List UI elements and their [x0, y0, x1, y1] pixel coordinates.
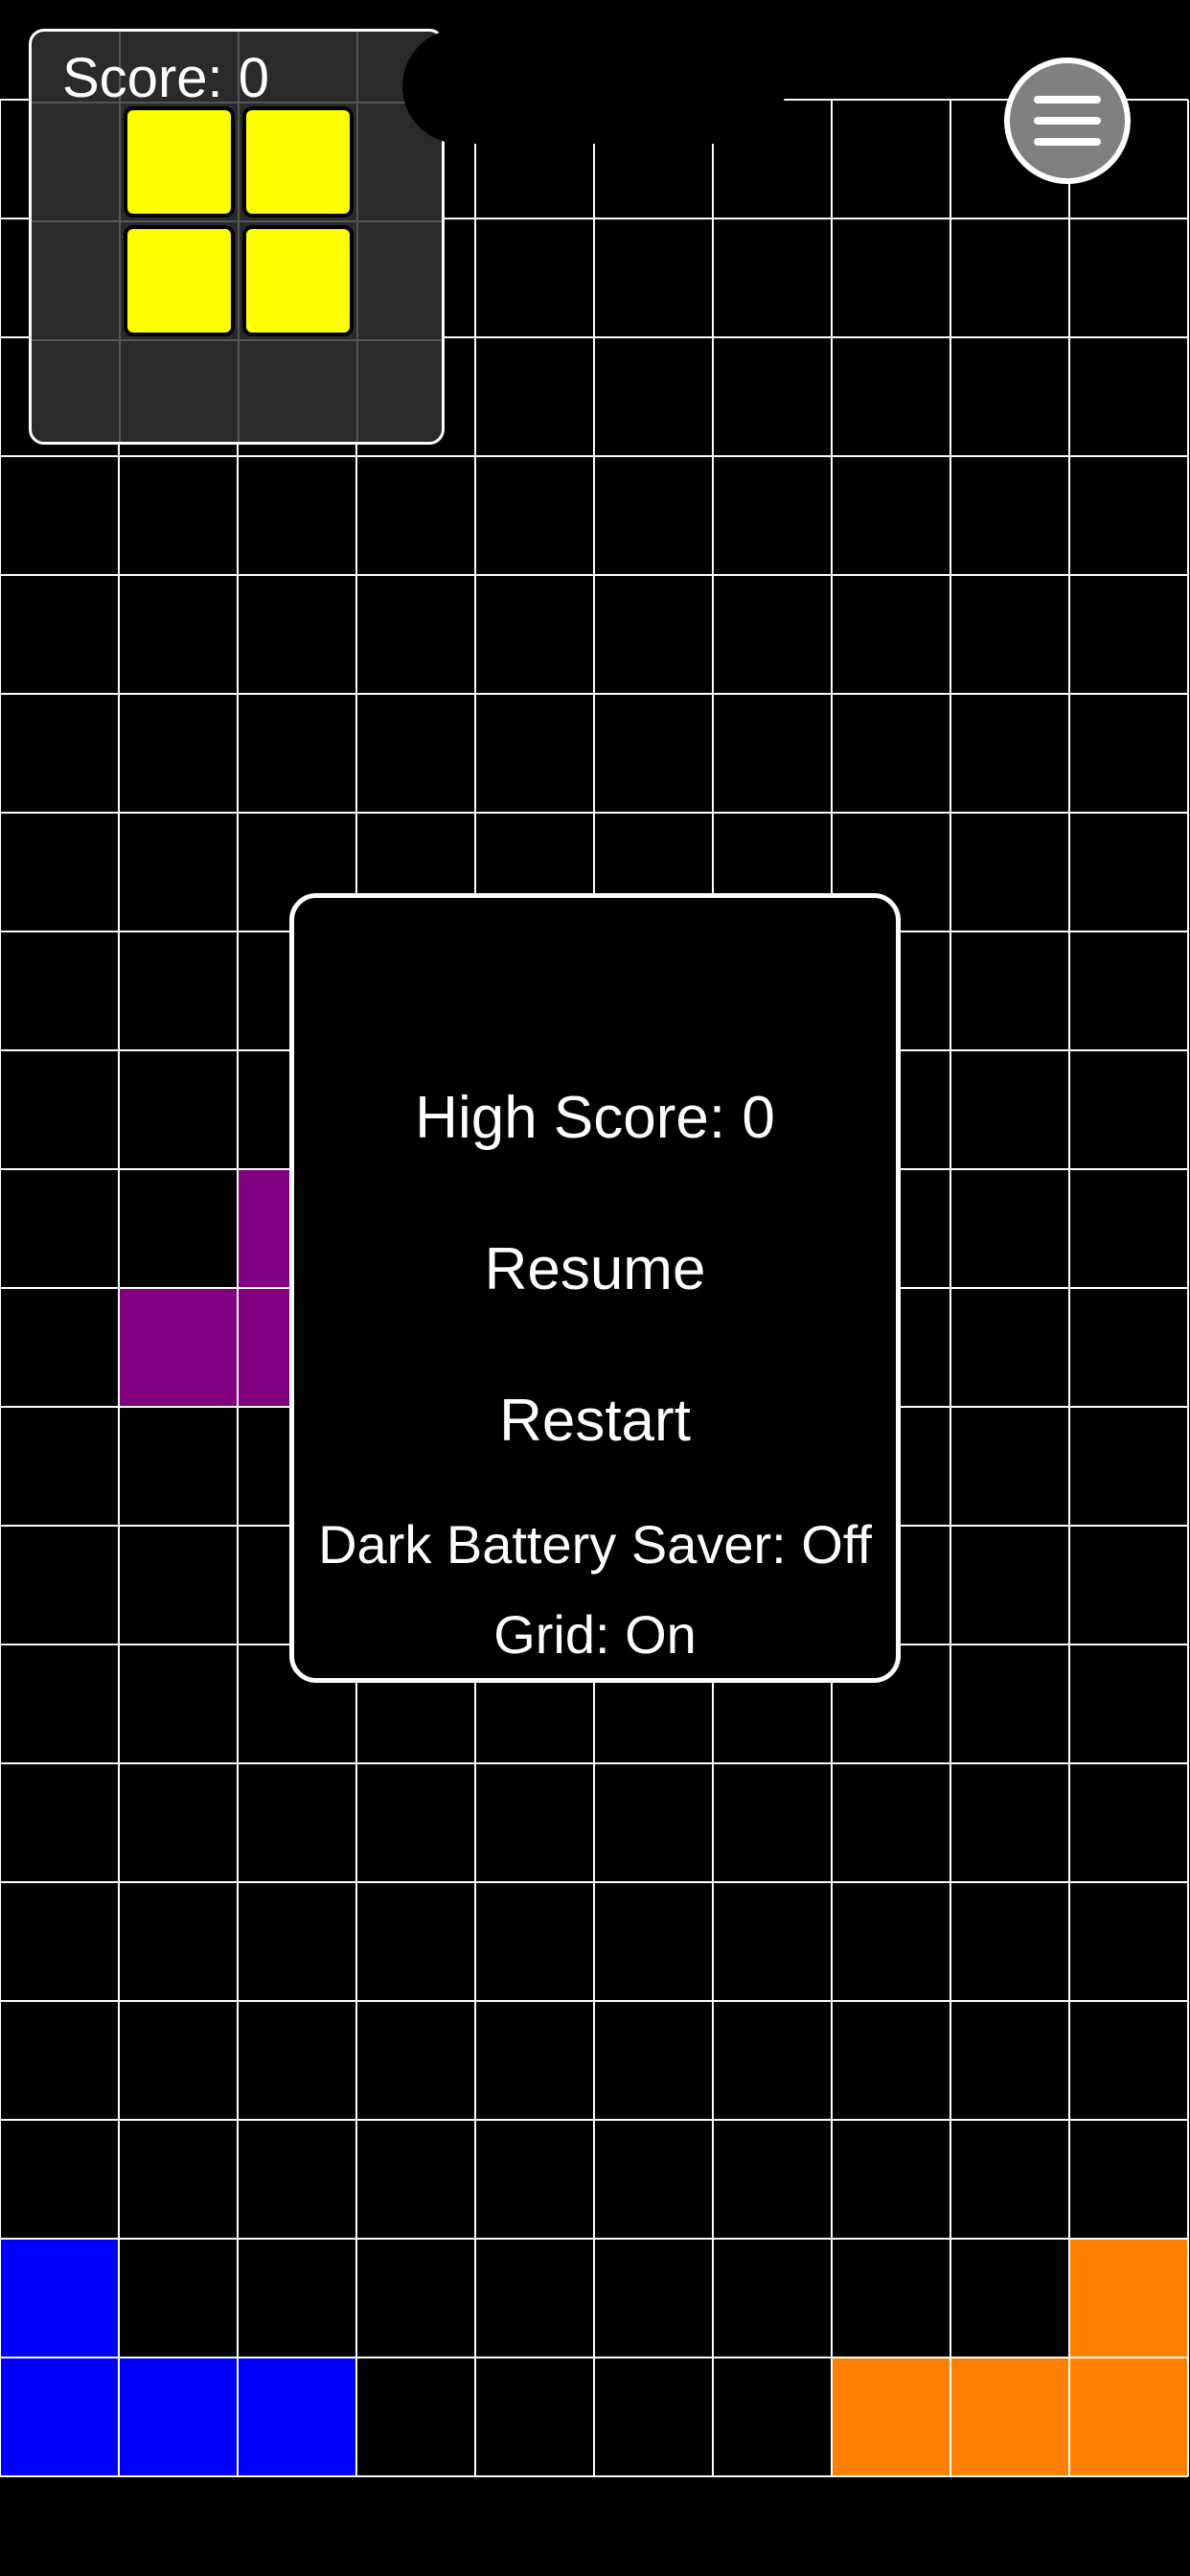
block-L-piece: [1069, 2358, 1188, 2476]
resume-button[interactable]: Resume: [294, 1231, 896, 1308]
high-score-label: High Score: 0: [415, 1085, 775, 1151]
grid-toggle[interactable]: Grid: On: [294, 1601, 896, 1668]
block-J-piece: [238, 2358, 356, 2476]
restart-button[interactable]: Restart: [294, 1383, 896, 1460]
block-L-piece: [1069, 2239, 1188, 2358]
block-L-piece: [832, 2358, 950, 2476]
next-piece-block: [124, 106, 235, 218]
score-display: Score: 0: [62, 47, 269, 109]
block-J-piece: [119, 2358, 238, 2476]
next-piece-preview: Score: 0: [29, 29, 445, 445]
next-piece-block: [242, 106, 354, 218]
next-piece-block: [242, 225, 354, 336]
hamburger-menu-icon: [1034, 96, 1101, 146]
menu-button[interactable]: [1004, 58, 1131, 184]
next-piece-block: [124, 225, 235, 336]
block-L-piece: [950, 2358, 1069, 2476]
block-T-piece: [119, 1288, 238, 1407]
block-J-piece: [0, 2239, 119, 2358]
dark-battery-saver-toggle[interactable]: Dark Battery Saver: Off: [294, 1511, 896, 1578]
pause-menu: High Score: 0 Resume Restart Dark Batter…: [289, 893, 901, 1683]
device-notch: [402, 29, 786, 144]
block-J-piece: [0, 2358, 119, 2476]
